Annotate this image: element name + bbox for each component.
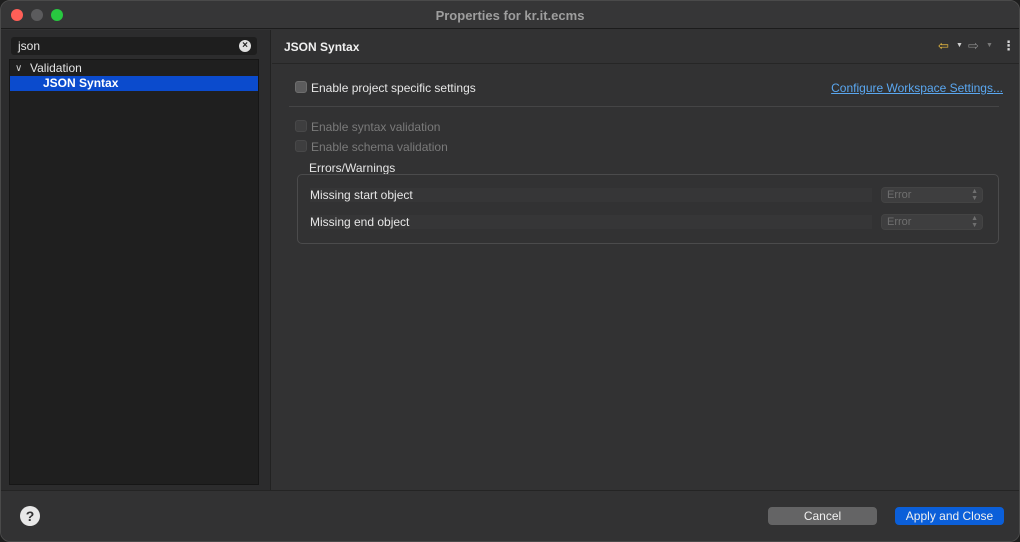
filter-input-value: json	[18, 39, 41, 53]
divider	[289, 106, 999, 107]
help-icon[interactable]: ?	[20, 506, 40, 526]
select-value: Error	[887, 189, 912, 201]
missing-end-object-row: Missing end object	[310, 215, 872, 229]
tree-item-label: JSON Syntax	[43, 76, 119, 90]
page-title: JSON Syntax	[284, 40, 360, 54]
divider	[272, 63, 1019, 64]
dialog-footer: ? Cancel Apply and Close	[1, 490, 1019, 541]
up-down-arrows-icon: ▲ ▼	[971, 188, 978, 202]
vertical-ellipsis-icon[interactable]: ⋮	[1002, 38, 1015, 54]
filter-input[interactable]: json ×	[11, 37, 257, 55]
left-panel: json × ∨ Validation JSON Syntax	[1, 30, 271, 490]
right-panel: JSON Syntax ⇦ ▼ ⇨ ▼ ⋮ Enable project spe…	[272, 30, 1019, 490]
arrow-left-icon[interactable]: ⇦	[938, 38, 949, 54]
chevron-down-icon[interactable]: ▼	[986, 42, 993, 49]
missing-end-object-select[interactable]: Error ▲ ▼	[881, 214, 983, 230]
errors-warnings-group-label: Errors/Warnings	[309, 161, 396, 175]
arrow-right-icon[interactable]: ⇨	[968, 38, 979, 54]
apply-and-close-button[interactable]: Apply and Close	[895, 507, 1004, 525]
tree-item-validation[interactable]: ∨ Validation	[10, 61, 258, 76]
tree-item-label: Validation	[30, 61, 82, 75]
enable-syntax-validation-label: Enable syntax validation	[311, 120, 441, 134]
property-page-tree: ∨ Validation JSON Syntax	[9, 59, 259, 485]
configure-workspace-settings-link[interactable]: Configure Workspace Settings...	[831, 81, 1003, 95]
enable-project-settings-label: Enable project specific settings	[311, 81, 476, 95]
enable-project-settings-checkbox[interactable]	[295, 81, 307, 93]
title-bar: Properties for kr.it.ecms	[1, 1, 1019, 29]
clear-icon[interactable]: ×	[239, 40, 251, 52]
errors-warnings-group: Missing start object Error ▲ ▼ Missing en…	[297, 174, 999, 244]
enable-schema-validation-checkbox[interactable]	[295, 140, 307, 152]
missing-end-object-label: Missing end object	[310, 215, 410, 229]
properties-dialog: Properties for kr.it.ecms json × ∨ Valid…	[0, 0, 1020, 542]
enable-syntax-validation-checkbox[interactable]	[295, 120, 307, 132]
window-title: Properties for kr.it.ecms	[435, 8, 585, 23]
enable-schema-validation-label: Enable schema validation	[311, 140, 448, 154]
missing-start-object-label: Missing start object	[310, 188, 413, 202]
up-down-arrows-icon: ▲ ▼	[971, 215, 978, 229]
tree-item-json-syntax[interactable]: JSON Syntax	[10, 76, 258, 91]
cancel-button[interactable]: Cancel	[768, 507, 877, 525]
chevron-down-icon[interactable]: ∨	[15, 61, 25, 76]
chevron-down-icon[interactable]: ▼	[956, 42, 963, 49]
missing-start-object-row: Missing start object	[310, 188, 872, 202]
missing-start-object-select[interactable]: Error ▲ ▼	[881, 187, 983, 203]
select-value: Error	[887, 216, 912, 228]
